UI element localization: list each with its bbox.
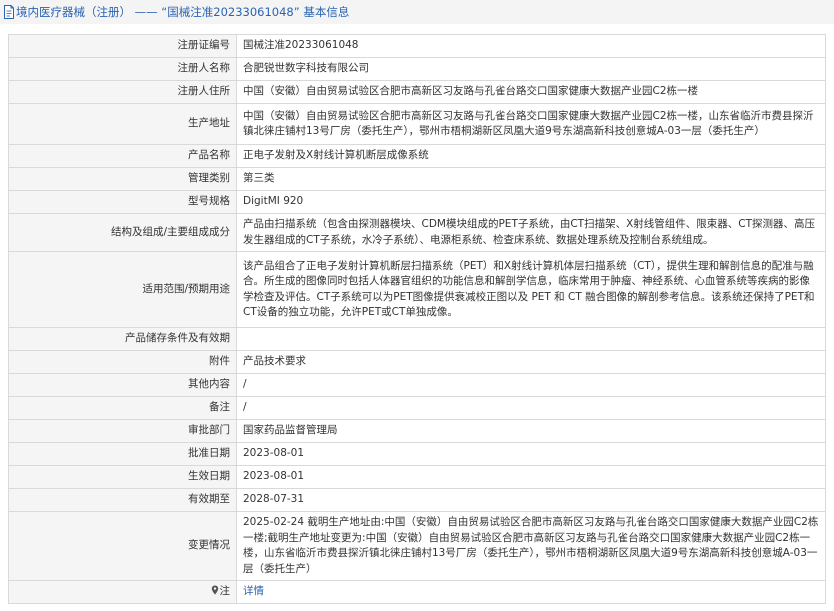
info-table: 注册证编号 国械注准20233061048 注册人名称 合肥锐世数字科技有限公司 注册人… [8, 34, 826, 604]
table-row: 有效期至 2028-07-31 [8, 488, 826, 512]
row-value: 中国（安徽）自由贸易试验区合肥市高新区习友路与孔雀台路交口国家健康大数据产业园C… [236, 103, 826, 145]
row-label: 审批部门 [8, 419, 237, 443]
row-label: 注册人住所 [8, 80, 237, 104]
row-value: 中国（安徽）自由贸易试验区合肥市高新区习友路与孔雀台路交口国家健康大数据产业园C… [236, 80, 826, 104]
row-value: 正电子发射及X射线计算机断层成像系统 [236, 144, 826, 168]
row-label: 变更情况 [8, 511, 237, 581]
table-row: 型号规格 DigitMI 920 [8, 190, 826, 214]
table-row: 注册证编号 国械注准20233061048 [8, 34, 826, 58]
row-value: 详情 [236, 580, 826, 604]
row-value: 2025-02-24 截明生产地址由:中国（安徽）自由贸易试验区合肥市高新区习友… [236, 511, 826, 581]
row-label: 有效期至 [8, 488, 237, 512]
row-label: 备注 [8, 396, 237, 420]
table-row: 生产地址 中国（安徽）自由贸易试验区合肥市高新区习友路与孔雀台路交口国家健康大数据… [8, 103, 826, 145]
row-value: 产品由扫描系统（包含由探测器模块、CDM模块组成的PET子系统，由CT扫描架、X… [236, 213, 826, 252]
row-label: 结构及组成/主要组成成分 [8, 213, 237, 252]
row-value: 产品技术要求 [236, 350, 826, 374]
row-value: 2023-08-01 [236, 465, 826, 489]
row-label: 注册证编号 [8, 34, 237, 58]
table-row: 变更情况 2025-02-24 截明生产地址由:中国（安徽）自由贸易试验区合肥市高… [8, 511, 826, 581]
location-pin-icon [211, 585, 218, 595]
table-row: 结构及组成/主要组成成分 产品由扫描系统（包含由探测器模块、CDM模块组成的PET… [8, 213, 826, 252]
details-link[interactable]: 详情 [243, 585, 264, 597]
row-value: / [236, 396, 826, 420]
row-value: 国械注准20233061048 [236, 34, 826, 58]
row-label: 管理类别 [8, 167, 237, 191]
table-row: 适用范围/预期用途 该产品组合了正电子发射计算机断层扫描系统（PET）和X射线计算… [8, 251, 826, 328]
table-row: 产品名称 正电子发射及X射线计算机断层成像系统 [8, 144, 826, 168]
row-label: 适用范围/预期用途 [8, 251, 237, 328]
row-value: 2028-07-31 [236, 488, 826, 512]
row-label: 附件 [8, 350, 237, 374]
row-value [236, 327, 826, 351]
row-label: 生效日期 [8, 465, 237, 489]
row-label: 产品储存条件及有效期 [8, 327, 237, 351]
table-row: 注册人名称 合肥锐世数字科技有限公司 [8, 57, 826, 81]
table-row-footer: 注 详情 [8, 580, 826, 604]
row-value: 2023-08-01 [236, 442, 826, 466]
row-value: 国家药品监督管理局 [236, 419, 826, 443]
table-row: 产品储存条件及有效期 [8, 327, 826, 351]
row-label: 产品名称 [8, 144, 237, 168]
row-label: 批准日期 [8, 442, 237, 466]
row-value: 第三类 [236, 167, 826, 191]
row-label: 生产地址 [8, 103, 237, 145]
table-row: 批准日期 2023-08-01 [8, 442, 826, 466]
table-row: 审批部门 国家药品监督管理局 [8, 419, 826, 443]
row-label: 注 [8, 580, 237, 604]
page-title: 境内医疗器械（注册） —— “国械注准20233061048” 基本信息 [16, 5, 350, 19]
table-row: 管理类别 第三类 [8, 167, 826, 191]
info-table-container: 注册证编号 国械注准20233061048 注册人名称 合肥锐世数字科技有限公司 注册人… [8, 34, 826, 604]
row-label: 其他内容 [8, 373, 237, 397]
row-value: / [236, 373, 826, 397]
row-value: 该产品组合了正电子发射计算机断层扫描系统（PET）和X射线计算机体层扫描系统（C… [236, 251, 826, 328]
document-icon [4, 5, 14, 19]
row-label: 型号规格 [8, 190, 237, 214]
table-row: 生效日期 2023-08-01 [8, 465, 826, 489]
table-row: 附件 产品技术要求 [8, 350, 826, 374]
row-value: 合肥锐世数字科技有限公司 [236, 57, 826, 81]
row-label: 注册人名称 [8, 57, 237, 81]
table-row: 注册人住所 中国（安徽）自由贸易试验区合肥市高新区习友路与孔雀台路交口国家健康大数… [8, 80, 826, 104]
table-row: 备注 / [8, 396, 826, 420]
table-row: 其他内容 / [8, 373, 826, 397]
page-header: 境内医疗器械（注册） —— “国械注准20233061048” 基本信息 [0, 0, 834, 24]
footer-label: 注 [219, 585, 231, 597]
row-value: DigitMI 920 [236, 190, 826, 214]
